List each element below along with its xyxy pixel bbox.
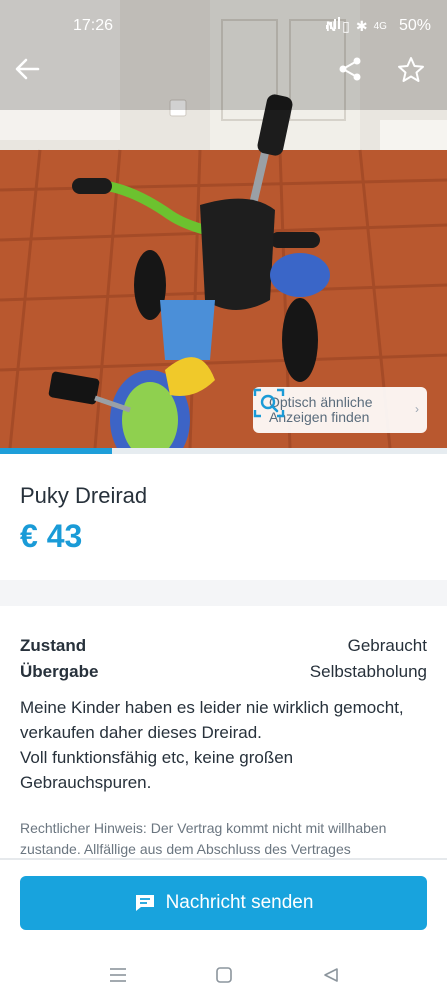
- star-icon: [398, 57, 424, 82]
- system-nav-bar: [0, 950, 447, 1000]
- listing-header-card: [0, 454, 447, 580]
- listing-description: Meine Kinder haben es leider nie wirklic…: [20, 695, 430, 795]
- visual-search-button[interactable]: Optisch ähnliche Anzeigen finden ›: [253, 387, 427, 433]
- vibrate-icon: ▯: [342, 17, 350, 34]
- status-bar: 17:26 N ▯ ✱ 4G 50%: [0, 0, 447, 52]
- share-button[interactable]: [337, 56, 377, 96]
- legal-notice: Rechtlicher Hinweis: Der Vertrag kommt n…: [20, 820, 387, 857]
- bluetooth-icon: ✱: [355, 17, 368, 34]
- chevron-right-icon: ›: [415, 402, 419, 416]
- attribute-label-handover: Übergabe: [20, 662, 99, 681]
- listing-title: Puky Dreirad: [20, 483, 148, 508]
- send-message-button[interactable]: Nachricht senden: [20, 876, 427, 930]
- status-icons: N ▯ ✱ 4G 50%: [326, 17, 431, 35]
- listing-price: € 43: [20, 518, 83, 554]
- description-line: verkaufen daher dieses Dreirad.: [20, 723, 262, 742]
- attribute-label-condition: Zustand: [20, 636, 87, 655]
- status-time: 17:26: [73, 17, 114, 34]
- description-line: Meine Kinder haben es leider nie wirklic…: [20, 698, 404, 717]
- back-arrow-icon: [15, 58, 40, 80]
- nav-menu-button[interactable]: [103, 960, 133, 990]
- visual-search-icon: [253, 388, 285, 418]
- network-indicator: 4G: [373, 20, 387, 32]
- chat-icon: [134, 893, 156, 913]
- attribute-value-condition: Gebraucht: [347, 636, 427, 655]
- favorite-button[interactable]: [397, 56, 437, 96]
- send-message-label: Nachricht senden: [165, 892, 314, 913]
- tricycle-photo: [0, 0, 447, 448]
- battery-level: 50%: [398, 17, 431, 34]
- description-line: Gebrauchspuren.: [20, 773, 152, 792]
- nav-back-button[interactable]: [316, 960, 346, 990]
- share-icon: [339, 57, 361, 81]
- listing-screen: 17:26 N ▯ ✱ 4G 50%: [0, 0, 447, 1000]
- back-button[interactable]: [14, 56, 54, 96]
- listing-photo[interactable]: 17:26 N ▯ ✱ 4G 50%: [0, 0, 447, 448]
- attribute-value-handover: Selbstabholung: [309, 662, 427, 681]
- description-line: Voll funktionsfähig etc, keine großen: [20, 748, 294, 767]
- home-icon: [216, 967, 232, 983]
- menu-icon: [110, 968, 126, 982]
- nav-home-button[interactable]: [209, 960, 239, 990]
- back-icon: [324, 968, 338, 982]
